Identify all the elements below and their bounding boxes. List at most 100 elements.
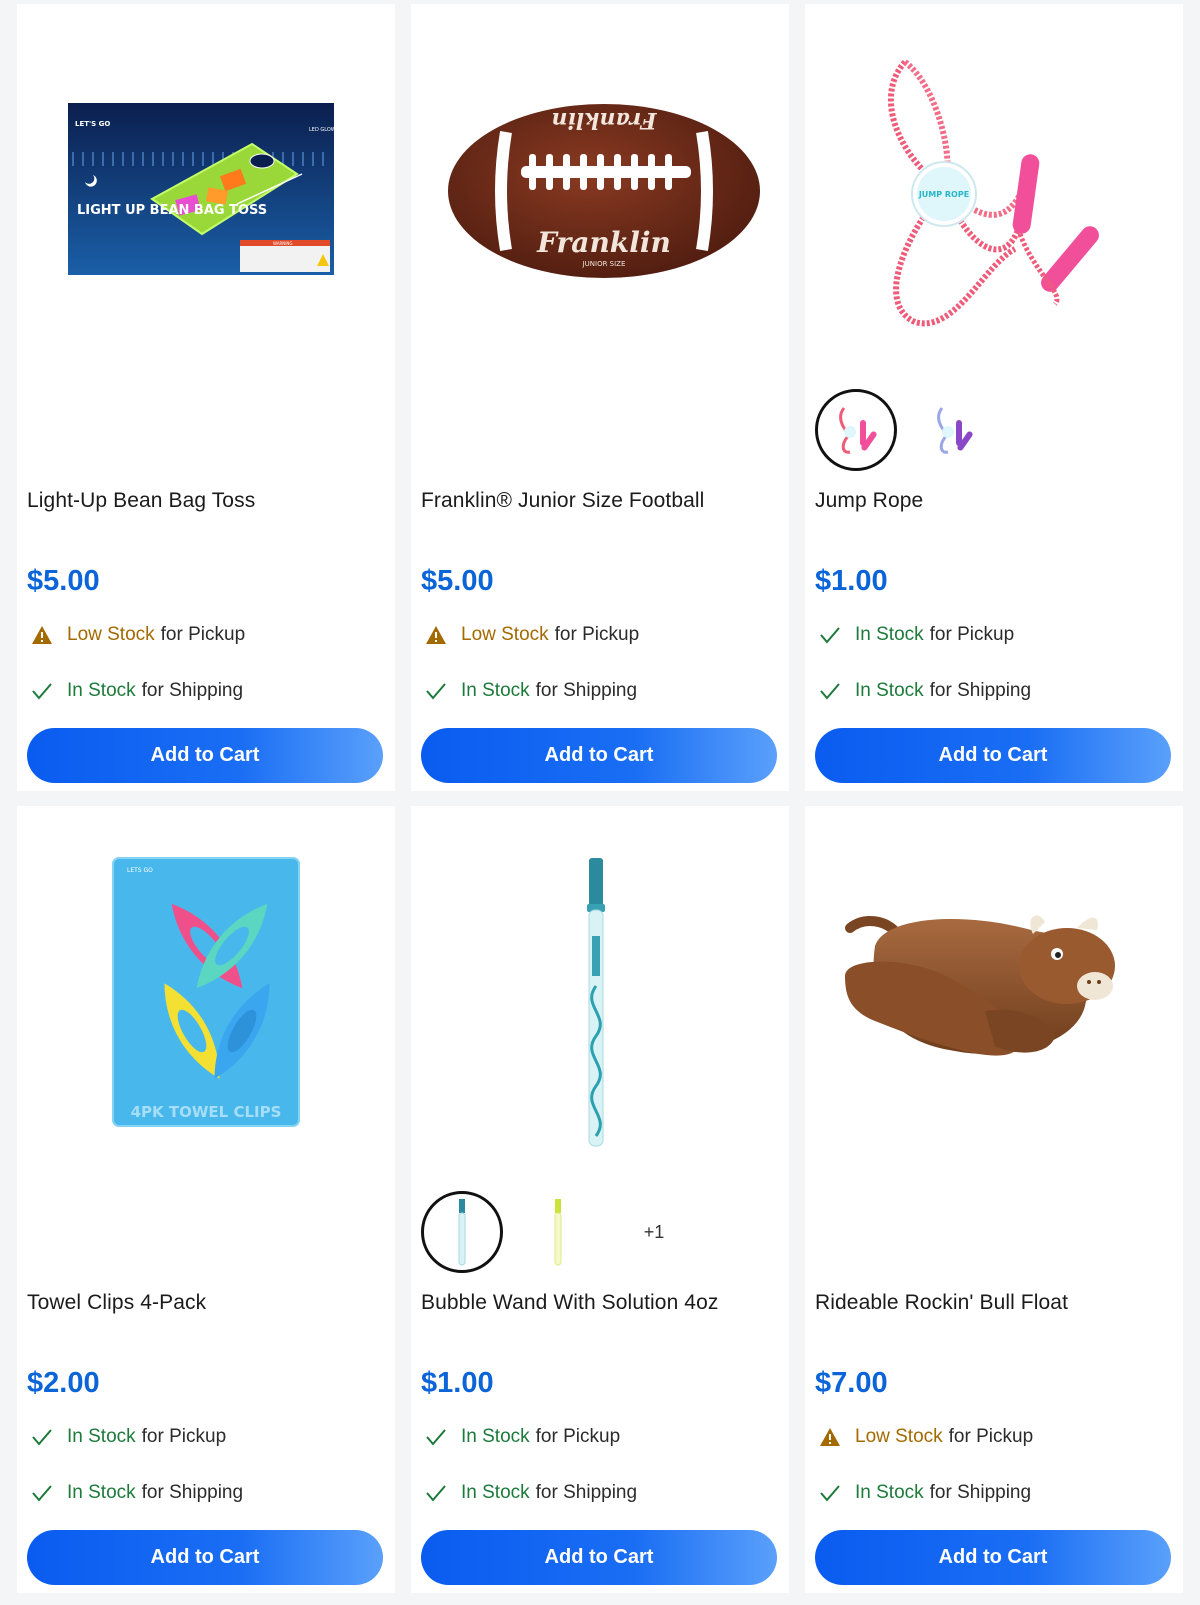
- checkmark-icon: [29, 678, 55, 704]
- product-price: $7.00: [815, 1367, 888, 1399]
- pickup-availability: Low Stock for Pickup: [423, 622, 639, 648]
- pickup-status: In Stock: [461, 1426, 530, 1447]
- product-title[interactable]: Towel Clips 4-Pack: [27, 1291, 387, 1315]
- checkmark-icon: [817, 622, 843, 648]
- product-price: $5.00: [421, 565, 494, 597]
- product-title[interactable]: Rideable Rockin' Bull Float: [815, 1291, 1175, 1315]
- warning-icon: [29, 622, 55, 648]
- bean-bag-toss-box-image: LET'S GO LED GLOW LIGHT UP BEAN BAG TOSS…: [68, 103, 336, 275]
- product-price: $5.00: [27, 565, 100, 597]
- product-image[interactable]: [805, 806, 1183, 1186]
- box-brand-text: LET'S GO: [75, 120, 110, 128]
- product-card[interactable]: +1 Bubble Wand With Solution 4oz $1.00 I…: [411, 806, 789, 1593]
- product-image[interactable]: LET'S GO LED GLOW LIGHT UP BEAN BAG TOSS…: [17, 4, 395, 384]
- pickup-availability: Low Stock for Pickup: [817, 1424, 1033, 1450]
- box-badge-text: LED GLOW: [309, 127, 336, 133]
- color-swatches: [815, 387, 993, 473]
- football-size-text: JUNIOR SIZE: [582, 260, 626, 268]
- shipping-availability: In Stock for Shipping: [29, 1480, 243, 1506]
- blue-bubble-wand-swatch[interactable]: [421, 1191, 503, 1273]
- product-grid: LET'S GO LED GLOW LIGHT UP BEAN BAG TOSS…: [0, 0, 1200, 1605]
- color-swatches: +1: [421, 1189, 695, 1275]
- product-image[interactable]: Franklin JUNIOR SIZE Franklin: [411, 4, 789, 384]
- product-price: $2.00: [27, 1367, 100, 1399]
- pink-jump-rope-swatch[interactable]: [815, 389, 897, 471]
- shipping-availability: In Stock for Shipping: [817, 1480, 1031, 1506]
- add-to-cart-button[interactable]: Add to Cart: [815, 1530, 1171, 1585]
- product-title[interactable]: Light-Up Bean Bag Toss: [27, 489, 387, 513]
- shipping-label: for Shipping: [929, 680, 1032, 701]
- product-card[interactable]: LET'S GO LED GLOW LIGHT UP BEAN BAG TOSS…: [17, 4, 395, 791]
- pickup-status: In Stock: [67, 1426, 136, 1447]
- shipping-status: In Stock: [855, 1482, 924, 1503]
- checkmark-icon: [817, 678, 843, 704]
- shipping-label: for Shipping: [141, 680, 244, 701]
- svg-text:Franklin: Franklin: [551, 107, 657, 133]
- shipping-availability: In Stock for Shipping: [423, 678, 637, 704]
- shipping-label: for Shipping: [141, 1482, 244, 1503]
- checkmark-icon: [29, 1424, 55, 1450]
- product-card[interactable]: Rideable Rockin' Bull Float $7.00 Low St…: [805, 806, 1183, 1593]
- pickup-label: for Pickup: [141, 1426, 227, 1447]
- product-price: $1.00: [421, 1367, 494, 1399]
- pickup-availability: In Stock for Pickup: [423, 1424, 620, 1450]
- shipping-label: for Shipping: [535, 680, 638, 701]
- shipping-status: In Stock: [461, 1482, 530, 1503]
- jump-rope-tag-text: JUMP ROPE: [918, 190, 969, 199]
- pickup-label: for Pickup: [948, 1426, 1034, 1447]
- yellow-bubble-wand-swatch[interactable]: [517, 1191, 599, 1273]
- bull-float-image: [845, 915, 1115, 1056]
- pickup-status: Low Stock: [67, 624, 155, 645]
- shipping-status: In Stock: [461, 680, 530, 701]
- product-card[interactable]: JUMP ROPE Jump Rope $1.00 In Stock for P…: [805, 4, 1183, 791]
- shipping-availability: In Stock for Shipping: [29, 678, 243, 704]
- product-title[interactable]: Franklin® Junior Size Football: [421, 489, 781, 513]
- shipping-label: for Shipping: [929, 1482, 1032, 1503]
- shipping-status: In Stock: [67, 680, 136, 701]
- towel-clips-pack-image: LETS GO 4PK TOWEL CLIPS: [112, 857, 300, 1127]
- pickup-status: In Stock: [855, 624, 924, 645]
- product-image[interactable]: JUMP ROPE: [805, 4, 1183, 384]
- product-price: $1.00: [815, 565, 888, 597]
- add-to-cart-button[interactable]: Add to Cart: [421, 728, 777, 783]
- pickup-availability: In Stock for Pickup: [29, 1424, 226, 1450]
- product-image[interactable]: LETS GO 4PK TOWEL CLIPS: [17, 806, 395, 1186]
- product-card[interactable]: Franklin JUNIOR SIZE Franklin Franklin® …: [411, 4, 789, 791]
- more-swatches-count[interactable]: +1: [613, 1191, 695, 1273]
- jump-rope-image: JUMP ROPE: [887, 59, 1099, 327]
- football-brand-text: Franklin: [536, 226, 671, 259]
- add-to-cart-button[interactable]: Add to Cart: [27, 1530, 383, 1585]
- shipping-status: In Stock: [67, 1482, 136, 1503]
- add-to-cart-button[interactable]: Add to Cart: [421, 1530, 777, 1585]
- shipping-availability: In Stock for Shipping: [817, 678, 1031, 704]
- product-title[interactable]: Jump Rope: [815, 489, 1175, 513]
- pickup-status: Low Stock: [855, 1426, 943, 1447]
- purple-jump-rope-swatch[interactable]: [911, 389, 993, 471]
- warning-icon: [817, 1424, 843, 1450]
- shipping-label: for Shipping: [535, 1482, 638, 1503]
- checkmark-icon: [817, 1480, 843, 1506]
- warning-icon: [423, 622, 449, 648]
- product-image[interactable]: [411, 806, 789, 1186]
- pickup-availability: Low Stock for Pickup: [29, 622, 245, 648]
- add-to-cart-button[interactable]: Add to Cart: [815, 728, 1171, 783]
- checkmark-icon: [423, 1480, 449, 1506]
- svg-text:LETS GO: LETS GO: [127, 867, 153, 874]
- product-title[interactable]: Bubble Wand With Solution 4oz: [421, 1291, 781, 1315]
- pickup-status: Low Stock: [461, 624, 549, 645]
- shipping-availability: In Stock for Shipping: [423, 1480, 637, 1506]
- bubble-wand-image: [587, 858, 605, 1147]
- box-headline-text: LIGHT UP BEAN BAG TOSS: [77, 203, 267, 218]
- pickup-label: for Pickup: [554, 624, 640, 645]
- pickup-label: for Pickup: [160, 624, 246, 645]
- checkmark-icon: [29, 1480, 55, 1506]
- checkmark-icon: [423, 1424, 449, 1450]
- add-to-cart-button[interactable]: Add to Cart: [27, 728, 383, 783]
- pickup-label: for Pickup: [535, 1426, 621, 1447]
- football-image: Franklin JUNIOR SIZE Franklin: [448, 104, 760, 278]
- pickup-availability: In Stock for Pickup: [817, 622, 1014, 648]
- checkmark-icon: [423, 678, 449, 704]
- shipping-status: In Stock: [855, 680, 924, 701]
- box-warning-text: WARNING: [273, 241, 293, 246]
- product-card[interactable]: LETS GO 4PK TOWEL CLIPS Towel Clips 4-Pa…: [17, 806, 395, 1593]
